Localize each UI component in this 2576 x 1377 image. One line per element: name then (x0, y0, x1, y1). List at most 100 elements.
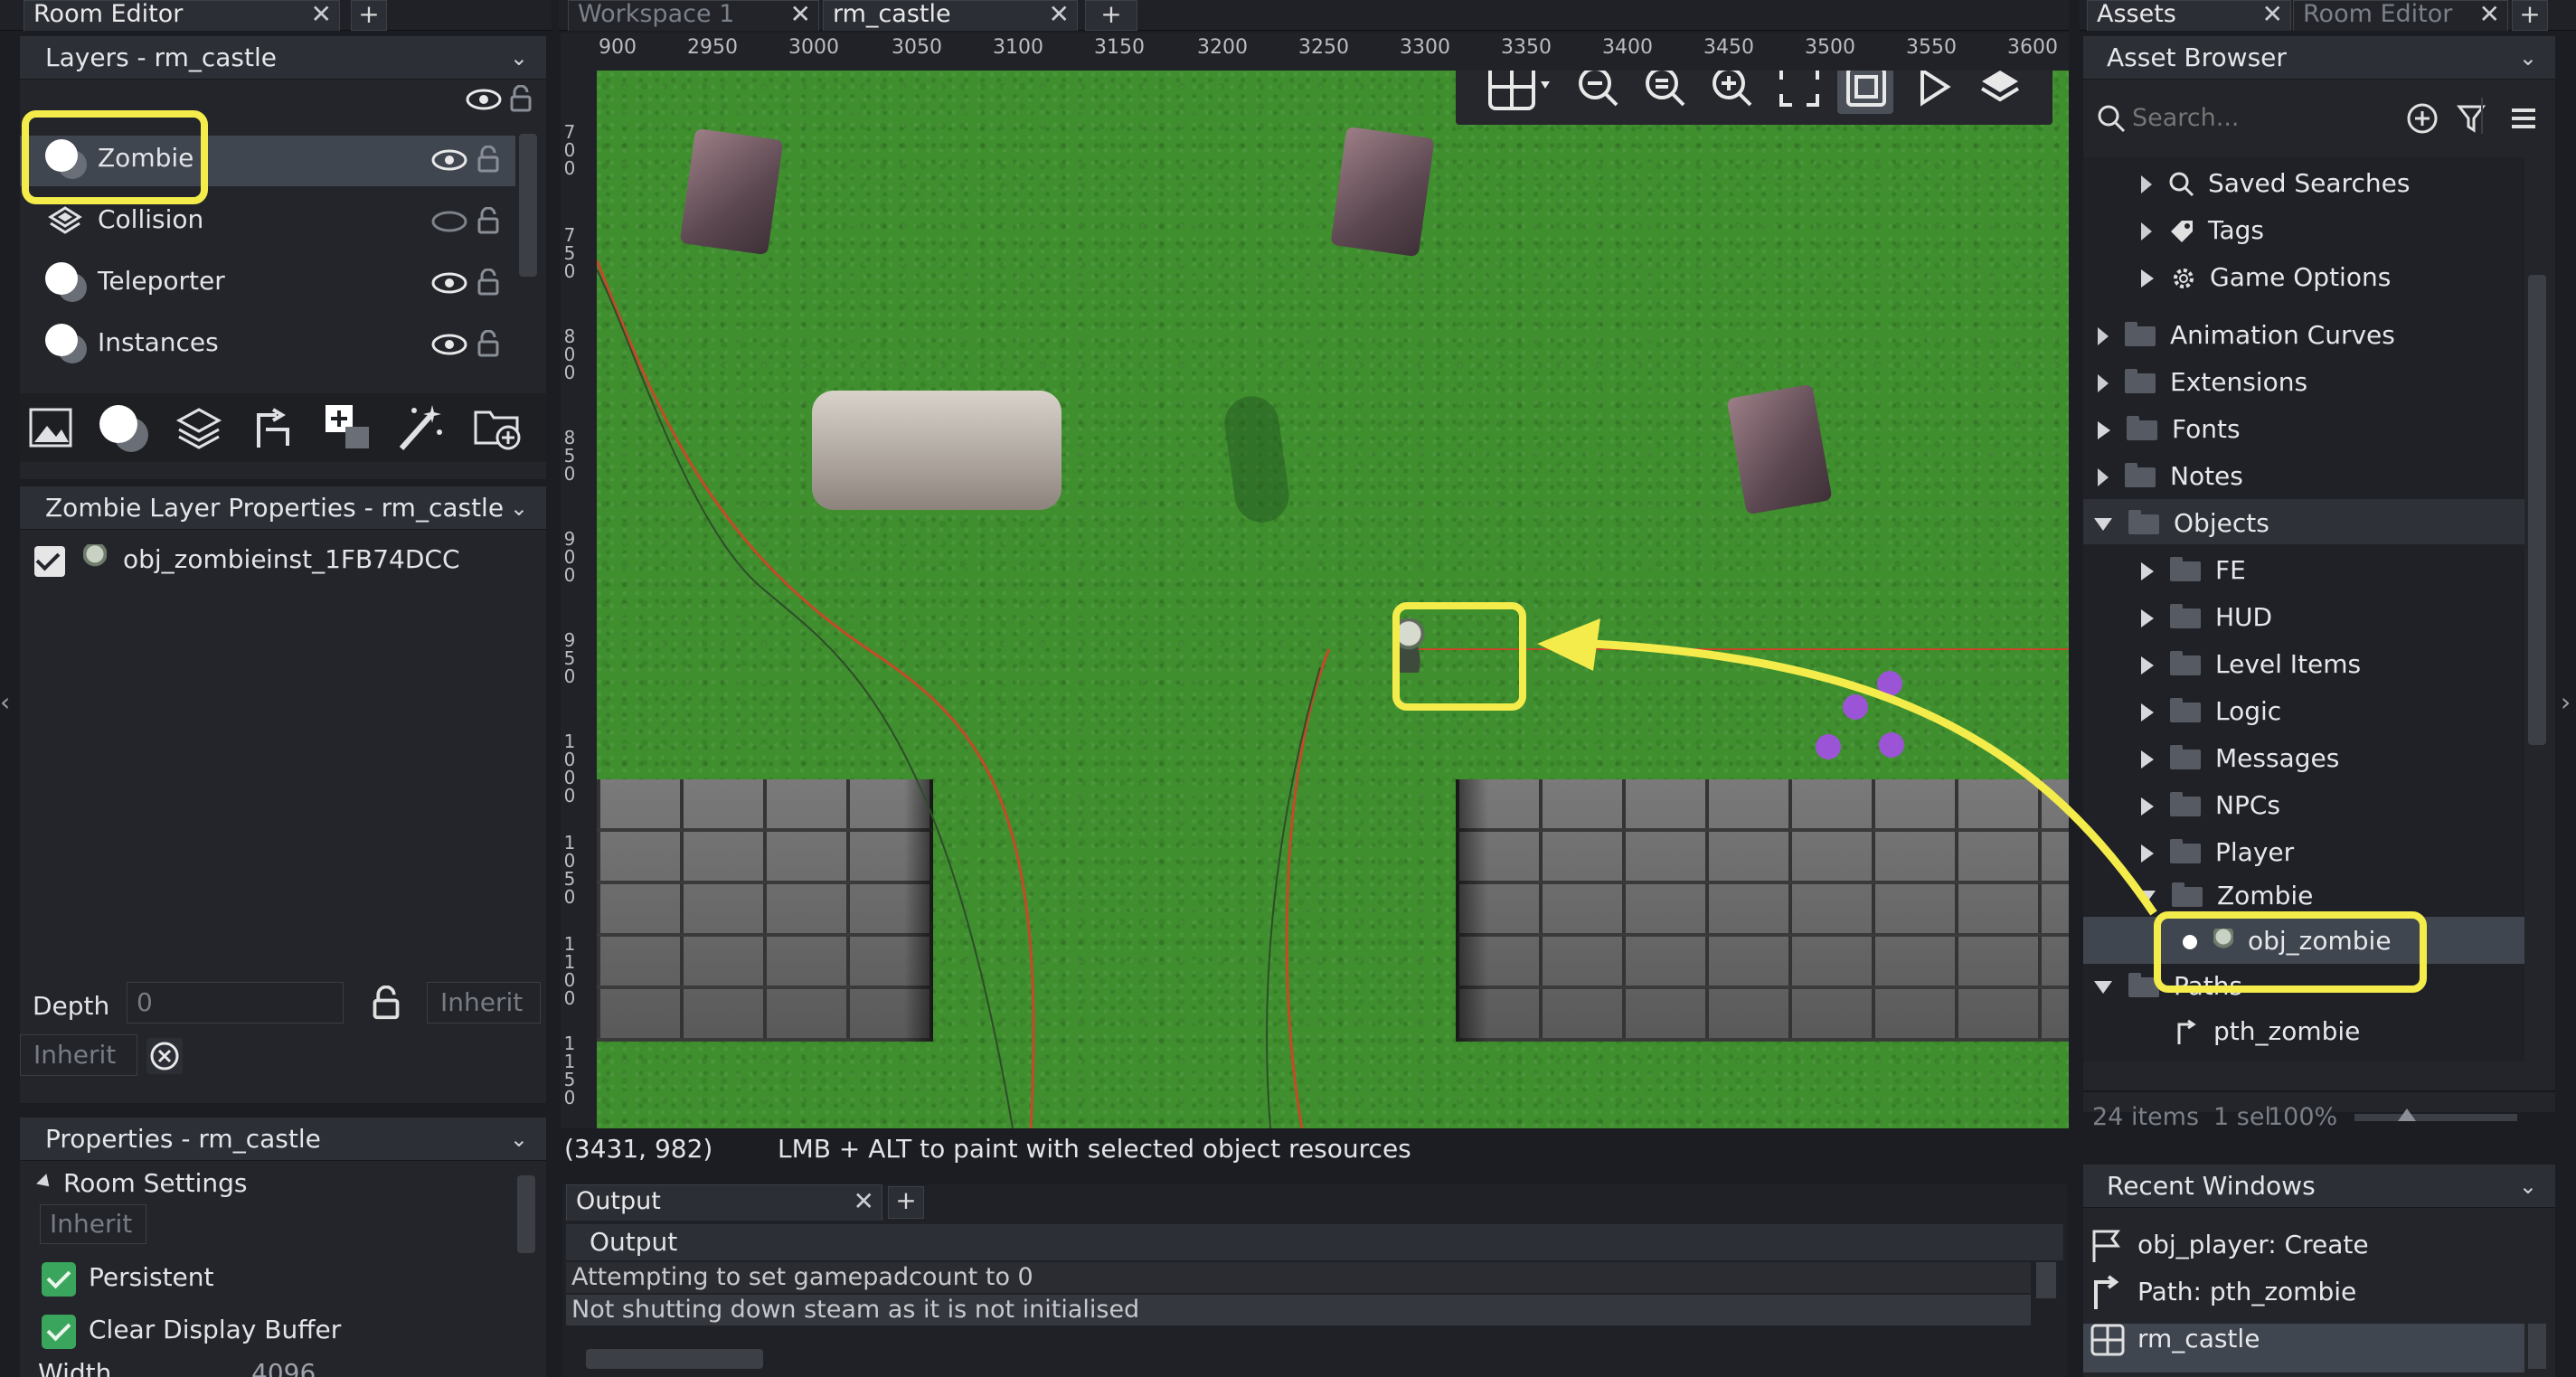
asset-layer-button[interactable] (320, 400, 374, 454)
zoom-slider[interactable] (2354, 1114, 2517, 1121)
tree-item-npcs[interactable]: NPCs (2141, 790, 2280, 820)
fullscreen-icon[interactable] (1776, 71, 1823, 110)
effect-layer-button[interactable] (392, 400, 447, 454)
lock-icon[interactable] (477, 269, 499, 296)
tree-item-animation-curves[interactable]: Animation Curves (2098, 320, 2395, 350)
tile-layer-button[interactable] (174, 402, 224, 453)
lock-icon[interactable] (477, 146, 499, 173)
background-layer-icon[interactable] (25, 402, 76, 453)
highlight-zombie-instance (1392, 602, 1526, 711)
collapse-left-icon[interactable]: ‹ (0, 687, 10, 717)
tab-output[interactable]: Output ✕ (566, 1184, 882, 1221)
tree-item-pth-zombie[interactable]: pth_zombie (2174, 1016, 2360, 1046)
scrollbar-thumb[interactable] (2528, 275, 2546, 745)
tree-item-level-items[interactable]: Level Items (2141, 649, 2361, 679)
recent-item[interactable]: Path: pth_zombie (2089, 1275, 2356, 1311)
eye-closed-icon[interactable] (431, 211, 467, 232)
add-tab-button[interactable]: + (888, 1186, 924, 1219)
eye-icon[interactable] (466, 89, 502, 110)
teleporter-marker[interactable] (1877, 671, 1902, 696)
lock-icon[interactable] (373, 986, 400, 1020)
play-icon[interactable] (1910, 71, 1957, 110)
tree-item-player[interactable]: Player (2141, 837, 2294, 867)
tree-item-zombie-folder[interactable]: Zombie (2137, 881, 2313, 910)
teleporter-marker[interactable] (1843, 694, 1868, 720)
width-value[interactable]: 4096 (251, 1358, 316, 1377)
layers-toggle-icon[interactable] (1977, 71, 2024, 110)
recent-item[interactable]: rm_castle (2089, 1322, 2260, 1358)
zoom-reset-icon[interactable] (1642, 71, 1689, 110)
tab-room-editor-right[interactable]: Room Editor ✕ (2293, 0, 2508, 31)
search-input[interactable] (2132, 98, 2340, 137)
tree-item-tags[interactable]: Tags (2141, 215, 2264, 245)
chevron-down-icon[interactable]: ⌄ (510, 36, 528, 80)
lock-icon[interactable] (477, 207, 499, 234)
scrollbar-thumb[interactable] (2036, 1262, 2056, 1298)
scrollbar-thumb[interactable] (517, 1175, 535, 1253)
tree-item-messages[interactable]: Messages (2141, 743, 2339, 773)
eye-icon[interactable] (431, 334, 467, 355)
close-icon[interactable]: ✕ (790, 1, 811, 28)
recent-item[interactable]: obj_player: Create (2089, 1228, 2369, 1264)
close-icon[interactable]: ✕ (854, 1185, 874, 1218)
inherit-depth-button[interactable]: Inherit (427, 982, 541, 1023)
tree-item-logic[interactable]: Logic (2141, 696, 2281, 726)
zoom-slider-handle[interactable] (2398, 1108, 2416, 1121)
tab-assets[interactable]: Assets ✕ (2087, 0, 2291, 31)
recent-windows-header[interactable]: Recent Windows ⌄ (2083, 1165, 2555, 1208)
add-tab-button[interactable]: + (1085, 0, 1137, 31)
teleporter-marker[interactable] (1816, 734, 1841, 759)
clear-display-checkbox[interactable] (42, 1315, 76, 1349)
clear-icon[interactable] (146, 1038, 183, 1074)
tree-item-saved-searches[interactable]: Saved Searches (2141, 168, 2410, 198)
collapse-right-icon[interactable]: › (2561, 687, 2571, 717)
scrollbar-thumb[interactable] (519, 134, 537, 277)
tree-item-fe[interactable]: FE (2141, 555, 2246, 585)
close-icon[interactable]: ✕ (1049, 1, 1070, 28)
tab-workspace[interactable]: Workspace 1 ✕ (568, 0, 819, 31)
chevron-down-icon[interactable]: ⌄ (2519, 36, 2537, 80)
add-tab-button[interactable]: + (351, 0, 387, 31)
teleporter-marker[interactable] (1879, 732, 1904, 758)
tab-room-editor-left[interactable]: Room Editor ✕ (24, 0, 340, 31)
persistent-checkbox[interactable] (42, 1262, 76, 1297)
instance-layer-button[interactable] (99, 405, 137, 443)
h-scrollbar-thumb[interactable] (586, 1349, 763, 1369)
room-canvas[interactable] (597, 71, 2069, 1128)
scrollbar-thumb[interactable] (2528, 1324, 2546, 1369)
frame-view-icon[interactable] (1843, 71, 1890, 110)
layer-properties-header[interactable]: Zombie Layer Properties - rm_castle ⌄ (20, 486, 546, 530)
inherit-layer-button[interactable]: Inherit (20, 1034, 137, 1076)
tree-item-game-options[interactable]: Game Options (2141, 262, 2391, 292)
menu-icon[interactable] (2508, 103, 2539, 134)
grid-toggle-icon[interactable] (1486, 71, 1559, 112)
eye-icon[interactable] (431, 272, 467, 294)
asset-browser-header[interactable]: Asset Browser ⌄ (2083, 36, 2555, 80)
close-icon[interactable]: ✕ (2262, 1, 2283, 28)
room-properties-header[interactable]: Properties - rm_castle ⌄ (20, 1118, 546, 1161)
tree-item-extensions[interactable]: Extensions (2098, 367, 2307, 397)
chevron-down-icon[interactable]: ⌄ (510, 1118, 528, 1161)
close-icon[interactable]: ✕ (2479, 1, 2500, 28)
close-icon[interactable]: ✕ (311, 1, 332, 28)
tab-rm-castle[interactable]: rm_castle ✕ (823, 0, 1078, 31)
collapse-icon[interactable] (36, 1174, 54, 1192)
tree-item-hud[interactable]: HUD (2141, 602, 2272, 632)
folder-layer-button[interactable] (470, 400, 524, 454)
zoom-in-icon[interactable] (1709, 71, 1756, 110)
path-layer-button[interactable] (246, 402, 297, 453)
depth-input[interactable]: 0 (127, 982, 344, 1023)
chevron-down-icon[interactable]: ⌄ (2519, 1165, 2537, 1208)
inherit-room-button[interactable]: Inherit (40, 1204, 146, 1244)
tree-item-objects[interactable]: Objects (2094, 508, 2269, 538)
tree-item-notes[interactable]: Notes (2098, 461, 2243, 491)
add-icon[interactable] (2405, 101, 2439, 136)
lock-icon[interactable] (477, 330, 499, 357)
zoom-out-icon[interactable] (1575, 71, 1622, 110)
chevron-down-icon[interactable]: ⌄ (510, 486, 528, 530)
layers-panel-header[interactable]: Layers - rm_castle ⌄ (20, 36, 546, 80)
eye-icon[interactable] (431, 149, 467, 171)
lock-icon[interactable] (510, 85, 532, 112)
tree-item-fonts[interactable]: Fonts (2098, 414, 2241, 444)
add-tab-button[interactable]: + (2512, 0, 2548, 31)
